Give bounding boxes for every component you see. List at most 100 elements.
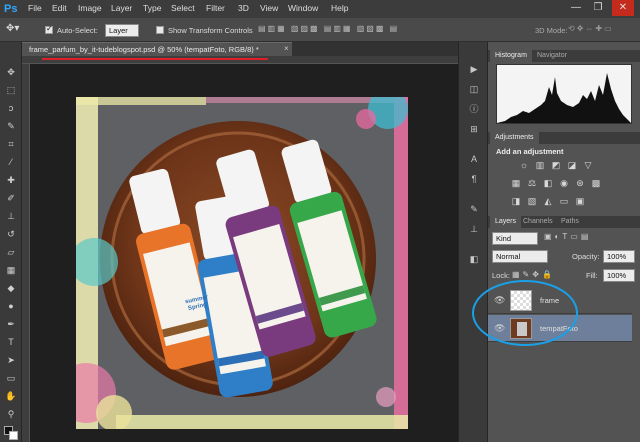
opacity-input[interactable]: 100% (603, 250, 635, 263)
panel-icon-strip: ▶ ◫ ⓘ ⊞ A ¶ ✎ ⊥ ◧ (458, 42, 488, 442)
adjustment-row-1: ☼ ▥ ◩ ◪ ▽ (518, 160, 628, 172)
character-panel-icon[interactable]: A (467, 152, 481, 166)
levels-icon[interactable]: ▥ (534, 160, 546, 171)
menu-edit[interactable]: Edit (52, 3, 67, 13)
history-panel-icon[interactable]: ▶ (467, 62, 481, 76)
channel-mixer-icon[interactable]: ⊛ (574, 178, 586, 189)
frame-right-bar (394, 97, 408, 429)
tab-navigator[interactable]: Navigator (532, 50, 572, 62)
properties-panel-icon[interactable]: ⓘ (467, 102, 481, 116)
document-tab-bar: frame_parfum_by_it-tudeblogspot.psd @ 50… (22, 42, 458, 56)
color-lookup-icon[interactable]: ▩ (590, 178, 602, 189)
paragraph-panel-icon[interactable]: ¶ (467, 172, 481, 186)
info-panel-icon[interactable]: ⊞ (467, 122, 481, 136)
eraser-tool-icon[interactable]: ▱ (3, 244, 19, 260)
tab-layers[interactable]: Layers (490, 216, 522, 228)
threshold-icon[interactable]: ◭ (542, 196, 554, 207)
type-tool-icon[interactable]: T (3, 334, 19, 350)
invert-icon[interactable]: ◨ (510, 196, 522, 207)
actions-panel-icon[interactable]: ◫ (467, 82, 481, 96)
tab-channels[interactable]: Channels (518, 216, 558, 228)
menu-3d[interactable]: 3D (238, 3, 249, 13)
canvas-area[interactable]: summer Spring (30, 64, 458, 442)
show-transform-label: Show Transform Controls (168, 26, 253, 35)
photoshop-logo: Ps (4, 3, 18, 15)
tab-paths[interactable]: Paths (556, 216, 584, 228)
align-icons[interactable]: ▤▥▦ ▧▨▩ ▤▥▦ ▧▨▩ ▤▥ (258, 24, 398, 36)
vertical-ruler (22, 64, 30, 442)
color-balance-icon[interactable]: ⚖ (526, 178, 538, 189)
curves-icon[interactable]: ◩ (550, 160, 562, 171)
marquee-tool-icon[interactable]: ⬚ (3, 82, 19, 98)
clone-source-panel-icon[interactable]: ⊥ (467, 222, 481, 236)
menu-view[interactable]: View (260, 3, 278, 13)
eyedropper-tool-icon[interactable]: ⁄ (3, 154, 19, 170)
menu-help[interactable]: Help (331, 3, 348, 13)
document-artwork[interactable]: summer Spring (76, 97, 408, 429)
gradient-map-icon[interactable]: ▭ (558, 196, 570, 207)
lasso-tool-icon[interactable]: ↄ (3, 100, 19, 116)
3d-mode-icons[interactable]: ⟲✥⇔✚▭ (568, 24, 634, 36)
opacity-value: 100% (607, 252, 627, 261)
menu-image[interactable]: Image (78, 3, 102, 13)
posterize-icon[interactable]: ▧ (526, 196, 538, 207)
histogram-panel-tabs: Histogram Navigator (488, 50, 640, 62)
shape-tool-icon[interactable]: ▭ (3, 370, 19, 386)
menu-select[interactable]: Select (171, 3, 195, 13)
layer-filter-icons[interactable]: ▣◐T▭▤ (544, 232, 628, 244)
healing-tool-icon[interactable]: ✚ (3, 172, 19, 188)
close-window-button[interactable]: ✕ (612, 0, 634, 16)
brightness-icon[interactable]: ☼ (518, 160, 530, 171)
layer-kind-filter[interactable]: Kind (492, 232, 538, 245)
hue-saturation-icon[interactable]: ▦ (510, 178, 522, 189)
histogram-graph (496, 64, 632, 124)
document-tab[interactable]: frame_parfum_by_it-tudeblogspot.psd @ 50… (22, 42, 292, 56)
stamp-tool-icon[interactable]: ⊥ (3, 208, 19, 224)
background-color-swatch[interactable] (9, 431, 18, 440)
tab-histogram[interactable]: Histogram (490, 50, 532, 62)
panels-dock: Histogram Navigator Adjustments Add an a… (488, 42, 640, 442)
auto-select-label: Auto-Select: (57, 26, 98, 35)
lock-icons[interactable]: ▦✎✥🔒 (512, 270, 570, 280)
path-select-tool-icon[interactable]: ➤ (3, 352, 19, 368)
exposure-icon[interactable]: ◪ (566, 160, 578, 171)
menu-window[interactable]: Window (288, 3, 318, 13)
zoom-tool-icon[interactable]: ⚲ (3, 406, 19, 422)
pen-tool-icon[interactable]: ✒ (3, 316, 19, 332)
frame-bottom-bar (116, 415, 408, 429)
vibrance-icon[interactable]: ▽ (582, 160, 594, 171)
show-transform-checkbox[interactable] (156, 26, 164, 34)
opacity-label: Opacity: (572, 252, 600, 261)
minimize-button[interactable]: — (566, 0, 586, 16)
tab-adjustments[interactable]: Adjustments (490, 132, 539, 144)
gradient-tool-icon[interactable]: ▦ (3, 262, 19, 278)
histogram-shape (497, 73, 631, 123)
close-document-icon[interactable]: × (284, 44, 289, 53)
blend-mode-select[interactable]: Normal (492, 250, 548, 263)
tool-presets-panel-icon[interactable]: ◧ (467, 252, 481, 266)
auto-select-dropdown[interactable]: Layer (105, 24, 139, 37)
restore-button[interactable]: ❐ (588, 0, 608, 16)
hand-tool-icon[interactable]: ✋ (3, 388, 19, 404)
black-white-icon[interactable]: ◧ (542, 178, 554, 189)
fill-input[interactable]: 100% (603, 269, 635, 282)
artwork-illustration (76, 97, 408, 429)
brush-panel-icon[interactable]: ✎ (467, 202, 481, 216)
menu-filter[interactable]: Filter (206, 3, 225, 13)
menu-type[interactable]: Type (143, 3, 161, 13)
selective-color-icon[interactable]: ▣ (574, 196, 586, 207)
deco-circle-pink-small (356, 109, 376, 129)
photo-filter-icon[interactable]: ◉ (558, 178, 570, 189)
quick-select-tool-icon[interactable]: ✎ (3, 118, 19, 134)
auto-select-checkbox[interactable]: ✓ (45, 24, 53, 34)
move-tool-icon[interactable]: ✥▾ (6, 23, 28, 36)
crop-tool-icon[interactable]: ⌗ (3, 136, 19, 152)
brush-tool-icon[interactable]: ✐ (3, 190, 19, 206)
menu-layer[interactable]: Layer (111, 3, 132, 13)
checkmark-icon: ✓ (46, 24, 53, 33)
move-tool-icon[interactable]: ✥ (3, 64, 19, 80)
blur-tool-icon[interactable]: ◆ (3, 280, 19, 296)
dodge-tool-icon[interactable]: ● (3, 298, 19, 314)
history-brush-tool-icon[interactable]: ↺ (3, 226, 19, 242)
menu-file[interactable]: File (28, 3, 42, 13)
